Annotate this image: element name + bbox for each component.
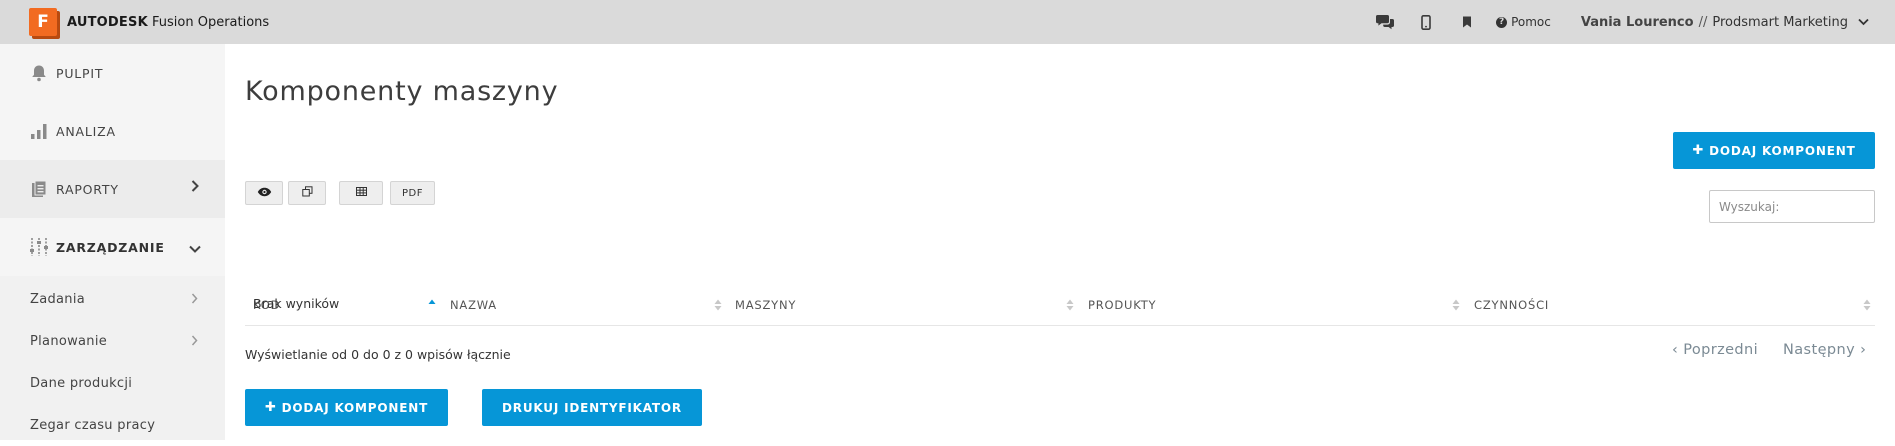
sliders-icon bbox=[29, 236, 49, 258]
bell-icon bbox=[29, 62, 49, 84]
button-label: DRUKUJ IDENTYFIKATOR bbox=[502, 400, 682, 415]
top-bar: F AUTODESK Fusion Operations ? Pomoc Van… bbox=[0, 0, 1895, 44]
help-link[interactable]: ? Pomoc bbox=[1496, 15, 1551, 29]
previous-page-link[interactable]: ‹ Poprzedni bbox=[1672, 342, 1758, 358]
sidebar-subitem-dane-produkcji[interactable]: Dane produkcji bbox=[0, 362, 225, 404]
add-component-button-bottom[interactable]: ✚ DODAJ KOMPONENT bbox=[245, 389, 448, 426]
button-label: DODAJ KOMPONENT bbox=[1709, 143, 1856, 158]
column-label: PRODUKTY bbox=[1088, 298, 1157, 312]
sidebar-item-label: ZARZĄDZANIE bbox=[56, 239, 165, 255]
chevron-left-icon: ‹ bbox=[1672, 342, 1679, 358]
column-header-nazwa[interactable]: NAZWA bbox=[450, 284, 497, 326]
next-label: Następny bbox=[1783, 342, 1856, 358]
chevron-down-icon bbox=[1858, 15, 1869, 30]
sidebar-subitem-planowanie[interactable]: Planowanie bbox=[0, 320, 225, 362]
table-header: KOD NAZWA MASZYNY PRODUKTY CZYNNOŚCI bbox=[245, 284, 1875, 326]
column-header-czynnosci[interactable]: CZYNNOŚCI bbox=[1474, 284, 1549, 326]
column-visibility-button[interactable] bbox=[245, 181, 283, 205]
mobile-icon[interactable] bbox=[1415, 11, 1437, 33]
next-page-link[interactable]: Następny › bbox=[1783, 342, 1866, 358]
chevron-right-icon: › bbox=[1860, 342, 1867, 358]
company-name: AUTODESK bbox=[67, 14, 148, 30]
sort-icon bbox=[1066, 299, 1074, 311]
brand-name: AUTODESK Fusion Operations bbox=[67, 15, 269, 30]
bookmark-icon[interactable] bbox=[1456, 11, 1478, 33]
sort-icon bbox=[1452, 299, 1460, 311]
fusion-logo: F bbox=[29, 8, 57, 36]
search-input[interactable] bbox=[1709, 190, 1875, 223]
sidebar-subitem-zadania[interactable]: Zadania bbox=[0, 278, 225, 320]
table-info: Wyświetlanie od 0 do 0 z 0 wpisów łączni… bbox=[245, 347, 511, 362]
chevron-down-icon bbox=[189, 241, 201, 256]
pdf-button[interactable]: PDF bbox=[390, 181, 435, 205]
sort-ascending-icon bbox=[428, 299, 436, 304]
question-icon: ? bbox=[1496, 16, 1508, 28]
plus-icon: ✚ bbox=[264, 400, 277, 415]
sidebar-item-zarzadzanie[interactable]: ZARZĄDZANIE bbox=[0, 218, 225, 276]
brand[interactable]: F AUTODESK Fusion Operations bbox=[29, 8, 269, 36]
column-label: NAZWA bbox=[450, 298, 497, 312]
chat-icon[interactable] bbox=[1374, 11, 1396, 33]
previous-label: Poprzedni bbox=[1683, 342, 1759, 358]
product-name: Fusion Operations bbox=[152, 14, 270, 30]
print-identifier-button[interactable]: DRUKUJ IDENTYFIKATOR bbox=[482, 389, 702, 426]
column-header-produkty[interactable]: PRODUKTY bbox=[1088, 284, 1156, 326]
sidebar-item-raporty[interactable]: RAPORTY bbox=[0, 160, 225, 218]
sidebar: PULPIT ANALIZA RAPORTY ZARZĄDZANIE Zadan… bbox=[0, 44, 225, 440]
chevron-right-icon bbox=[191, 293, 198, 308]
empty-table-message: Brak wyników bbox=[253, 296, 340, 311]
sidebar-subitem-label: Zegar czasu pracy bbox=[30, 417, 156, 433]
sidebar-subitem-label: Zadania bbox=[30, 291, 86, 307]
copy-button[interactable] bbox=[288, 181, 326, 205]
sidebar-item-label: ANALIZA bbox=[56, 123, 116, 139]
add-component-button[interactable]: ✚ DODAJ KOMPONENT bbox=[1673, 132, 1875, 169]
column-label: CZYNNOŚCI bbox=[1474, 298, 1550, 312]
page-title: Komponenty maszyny bbox=[245, 76, 559, 107]
sidebar-item-pulpit[interactable]: PULPIT bbox=[0, 44, 225, 102]
main-content: Komponenty maszyny ✚ DODAJ KOMPONENT PDF… bbox=[225, 44, 1895, 440]
help-label: Pomoc bbox=[1511, 15, 1551, 29]
copy-icon bbox=[301, 186, 313, 200]
excel-button[interactable] bbox=[339, 181, 383, 205]
table-icon bbox=[355, 187, 367, 199]
eye-icon bbox=[257, 187, 272, 200]
sidebar-item-label: RAPORTY bbox=[56, 181, 119, 197]
sort-icon bbox=[1863, 299, 1871, 311]
sidebar-subitem-label: Dane produkcji bbox=[30, 375, 133, 391]
user-name: Vania Lourenco bbox=[1580, 14, 1694, 30]
button-label: DODAJ KOMPONENT bbox=[281, 400, 429, 415]
column-label: MASZYNY bbox=[735, 298, 797, 312]
plus-icon: ✚ bbox=[1692, 143, 1705, 158]
chevron-right-icon bbox=[191, 180, 199, 195]
user-menu[interactable]: Vania Lourenco // Prodsmart Marketing bbox=[1581, 15, 1869, 30]
company-label: Prodsmart Marketing bbox=[1712, 14, 1848, 30]
sidebar-item-analiza[interactable]: ANALIZA bbox=[0, 102, 225, 160]
chevron-right-icon bbox=[191, 335, 198, 350]
sidebar-subitem-label: Planowanie bbox=[30, 333, 108, 349]
sort-icon bbox=[714, 299, 722, 311]
pdf-label: PDF bbox=[402, 187, 423, 199]
sidebar-item-label: PULPIT bbox=[56, 65, 104, 81]
user-separator: // bbox=[1698, 14, 1708, 30]
bar-chart-icon bbox=[29, 120, 49, 142]
column-header-maszyny[interactable]: MASZYNY bbox=[735, 284, 796, 326]
report-icon bbox=[29, 178, 49, 200]
